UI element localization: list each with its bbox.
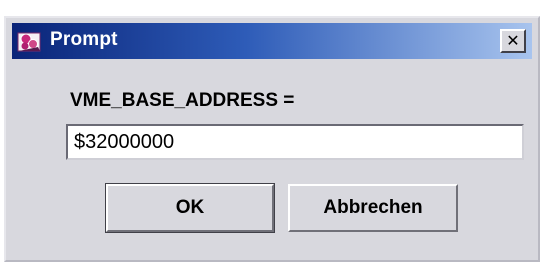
close-icon: ✕ (506, 31, 520, 50)
close-button[interactable]: ✕ (500, 29, 526, 53)
title-bar[interactable]: Prompt ✕ (12, 23, 532, 59)
app-icon (16, 27, 44, 55)
address-input[interactable] (66, 124, 524, 160)
dialog-title: Prompt (50, 29, 118, 50)
ok-button[interactable]: OK (105, 183, 275, 233)
prompt-dialog: Prompt ✕ VME_BASE_ADDRESS = OK Abbrechen (4, 16, 540, 262)
prompt-label: VME_BASE_ADDRESS = (70, 90, 295, 111)
cancel-button[interactable]: Abbrechen (288, 184, 458, 232)
